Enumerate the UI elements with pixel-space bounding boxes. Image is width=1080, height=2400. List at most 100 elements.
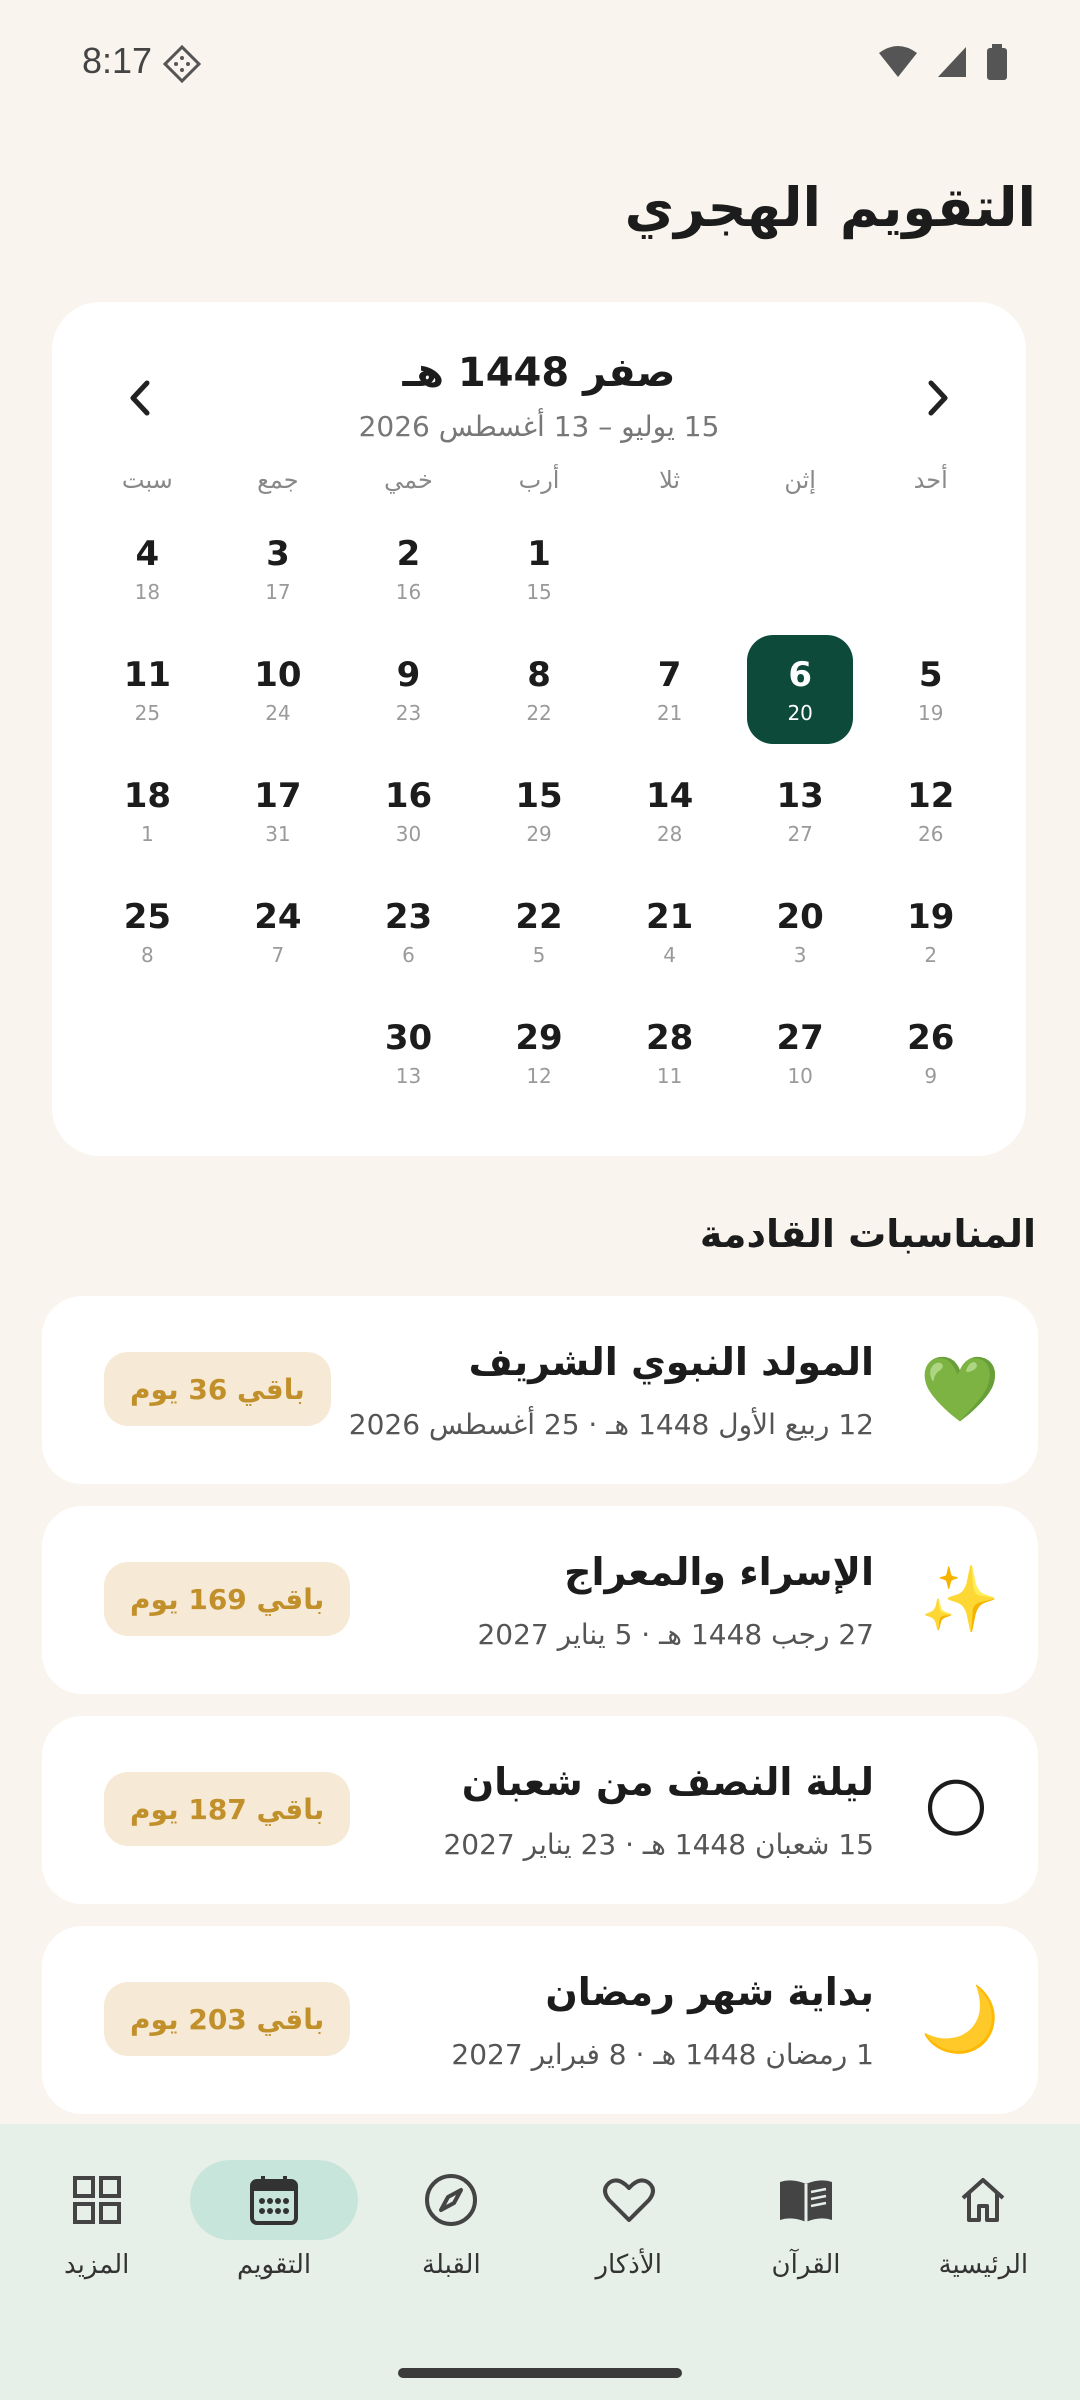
day-cell[interactable]: 20 3: [742, 871, 859, 992]
day-cell[interactable]: 5 19: [872, 629, 989, 750]
gregorian-day-number: 21: [656, 700, 683, 725]
gregorian-day-number: 9: [924, 1063, 938, 1088]
days-remaining-badge: باقي 203 يوم: [104, 1982, 351, 2056]
days-remaining-badge: باقي 169 يوم: [104, 1562, 351, 1636]
day-cell[interactable]: 27 10: [742, 992, 859, 1113]
day-cell[interactable]: 3 17: [220, 508, 337, 629]
event-card[interactable]: ✨ الإسراء والمعراج 27 رجب 1448 هـ · 5 يناي…: [42, 1506, 1038, 1694]
day-cell[interactable]: 24 7: [220, 871, 337, 992]
cellular-signal-icon: [938, 47, 966, 77]
day-cell[interactable]: 7 21: [611, 629, 728, 750]
gregorian-day-number: 1: [140, 821, 154, 846]
day-cell[interactable]: 9 23: [350, 629, 467, 750]
nav-item-heart[interactable]: الأذكار: [544, 2160, 714, 2280]
gregorian-day-number: 16: [395, 579, 422, 604]
calendar-card: صفر 1448 هـ 15 يوليو – 13 أغسطس 2026 أحد…: [52, 302, 1026, 1156]
calendar-grid: 1 15 2 16 3 17 4 18 5 19 6 20 7 21 8 22 9 23 10 24 11 25 12 26 1…: [82, 508, 996, 1113]
day-cell[interactable]: 8 22: [481, 629, 598, 750]
days-remaining-badge: باقي 36 يوم: [104, 1352, 331, 1426]
gregorian-day-number: 5: [532, 942, 546, 967]
hijri-day-number: 20: [776, 896, 824, 937]
compass-icon: [367, 2160, 535, 2240]
hijri-day-number: 10: [254, 654, 302, 695]
day-cell-today[interactable]: 6 20: [746, 635, 854, 744]
upcoming-events-list: 💚 المولد النبوي الشريف 12 ربيع الأول 1448 …: [42, 1296, 1038, 2136]
event-card[interactable]: 🌕 ليلة النصف من شعبان 15 شعبان 1448 هـ · 2…: [42, 1716, 1038, 1904]
hijri-day-number: 29: [515, 1017, 563, 1058]
nav-label: القرآن: [771, 2250, 841, 2280]
weekday-label: سبت: [121, 466, 173, 494]
gregorian-day-number: 13: [395, 1063, 422, 1088]
gregorian-day-number: 8: [140, 942, 154, 967]
event-card[interactable]: 🌙 بداية شهر رمضان 1 رمضان 1448 هـ · 8 فبرا…: [42, 1926, 1038, 2114]
day-cell[interactable]: 26 9: [872, 992, 989, 1113]
day-cell[interactable]: 15 29: [481, 750, 598, 871]
weekday-label: جمع: [257, 466, 299, 494]
hijri-month-label: صفر 1448 هـ: [402, 350, 676, 396]
day-cell[interactable]: 22 5: [481, 871, 598, 992]
chevron-right-icon: [928, 380, 948, 416]
nav-item-grid[interactable]: المزيد: [12, 2160, 182, 2280]
day-cell[interactable]: 29 12: [481, 992, 598, 1113]
day-cell[interactable]: 30 13: [350, 992, 467, 1113]
gregorian-day-number: 10: [787, 1063, 813, 1088]
hijri-day-number: 6: [788, 654, 812, 695]
day-cell[interactable]: 28 11: [611, 992, 728, 1113]
event-date: 1 رمضان 1448 هـ · 8 فبراير 2027: [451, 2038, 874, 2071]
day-cell[interactable]: 1 15: [481, 508, 598, 629]
day-cell[interactable]: 4 18: [89, 508, 206, 629]
gregorian-day-number: 3: [793, 942, 807, 967]
nav-item-book[interactable]: القرآن: [721, 2160, 891, 2280]
nav-label: المزيد: [64, 2250, 130, 2280]
hijri-day-number: 16: [384, 775, 433, 816]
day-cell[interactable]: 12 26: [872, 750, 989, 871]
battery-icon: [987, 44, 1007, 80]
full-moon-icon: 🌕: [922, 1773, 990, 1847]
status-time: 8:17: [82, 40, 153, 81]
hijri-day-number: 7: [657, 654, 682, 695]
nav-item-compass[interactable]: القبلة: [366, 2160, 536, 2280]
day-cell[interactable]: 23 6: [350, 871, 467, 992]
status-bar: 8:17: [0, 0, 1080, 128]
weekday-label: أحد: [913, 466, 948, 494]
day-cell[interactable]: 11 25: [89, 629, 206, 750]
hijri-day-number: 8: [527, 654, 551, 695]
sparkles-icon: ✨: [920, 1563, 1000, 1637]
nav-item-home[interactable]: الرئيسية: [898, 2160, 1068, 2280]
hijri-day-number: 12: [907, 775, 955, 816]
page-title: التقويم الهجري: [624, 176, 1036, 239]
green-heart-icon: 💚: [920, 1353, 1000, 1427]
hijri-day-number: 3: [266, 533, 290, 574]
day-cell[interactable]: 17 31: [220, 750, 337, 871]
day-cell[interactable]: 19 2: [872, 871, 989, 992]
gregorian-day-number: 6: [402, 942, 415, 967]
hijri-day-number: 25: [123, 896, 172, 937]
hijri-day-number: 27: [776, 1017, 824, 1058]
day-cell[interactable]: 21 4: [611, 871, 728, 992]
day-cell[interactable]: 10 24: [220, 629, 337, 750]
event-card[interactable]: 💚 المولد النبوي الشريف 12 ربيع الأول 1448 …: [42, 1296, 1038, 1484]
app-notification-icon: [162, 44, 202, 84]
nav-item-calendar[interactable]: التقويم: [189, 2160, 359, 2280]
upcoming-events-title: المناسبات القادمة: [699, 1212, 1036, 1256]
hijri-day-number: 14: [645, 775, 694, 816]
day-cell[interactable]: 2 16: [350, 508, 467, 629]
home-indicator[interactable]: [398, 2368, 682, 2378]
hijri-day-number: 21: [645, 896, 694, 937]
day-cell[interactable]: 16 30: [350, 750, 467, 871]
day-cell[interactable]: 13 27: [742, 750, 859, 871]
hijri-day-number: 1: [527, 533, 551, 574]
gregorian-day-number: 17: [265, 579, 291, 604]
gregorian-day-number: 4: [663, 942, 676, 967]
day-cell[interactable]: 14 28: [611, 750, 728, 871]
gregorian-day-number: 26: [918, 821, 944, 846]
day-cell[interactable]: 25 8: [89, 871, 206, 992]
day-cell[interactable]: 18 1: [89, 750, 206, 871]
weekday-label: إثن: [784, 466, 816, 494]
gregorian-day-number: 15: [526, 579, 552, 604]
hijri-day-number: 11: [123, 654, 172, 695]
gregorian-day-number: 31: [265, 821, 291, 846]
next-month-button[interactable]: [910, 370, 966, 426]
home-icon: [899, 2160, 1067, 2240]
event-date: 12 ربيع الأول 1448 هـ · 25 أغسطس 2026: [348, 1408, 874, 1441]
